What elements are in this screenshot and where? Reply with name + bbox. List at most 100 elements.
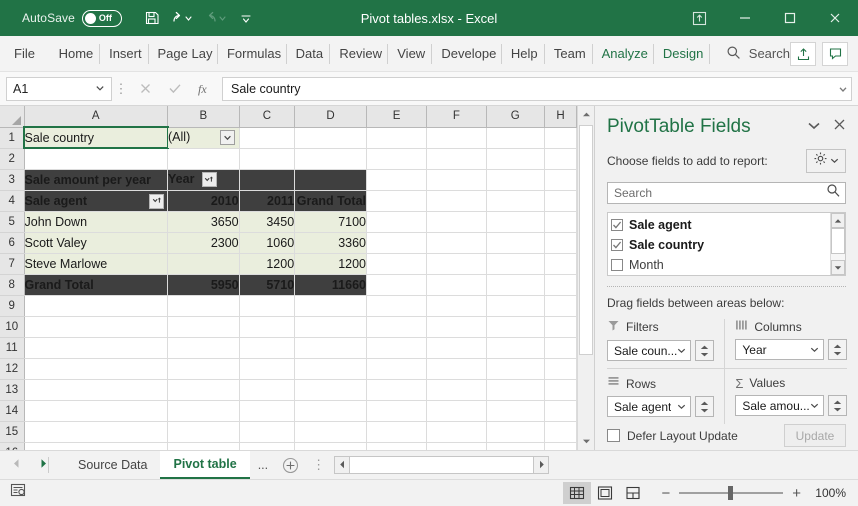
scroll-up-icon[interactable] [831, 213, 845, 228]
formula-input[interactable]: Sale country [222, 76, 834, 101]
checkbox-unchecked-icon[interactable] [607, 429, 620, 442]
cell-h5[interactable] [544, 211, 577, 233]
field-item-month[interactable]: Month [611, 255, 830, 275]
cell-c9[interactable] [239, 295, 296, 317]
cell-b16[interactable] [167, 442, 240, 450]
cell-d12[interactable] [294, 358, 367, 380]
pivot-col-header-2011[interactable]: 2011 [239, 190, 296, 212]
pivot-value[interactable]: 1200 [294, 253, 367, 275]
row-header-3[interactable]: 3 [0, 169, 25, 191]
close-icon[interactable] [812, 0, 858, 36]
cell-e5[interactable] [366, 211, 428, 233]
ribbon-tab-developer[interactable]: Develope [432, 36, 502, 72]
defer-layout-update[interactable]: Defer Layout Update [607, 429, 738, 443]
column-header-d[interactable]: D [294, 106, 367, 128]
ribbon-tab-page-layout[interactable]: Page Lay [149, 36, 218, 72]
cell-f11[interactable] [426, 337, 487, 359]
pivot-value[interactable]: 1060 [239, 232, 296, 254]
cell-h13[interactable] [544, 379, 577, 401]
row-header-8[interactable]: 8 [0, 274, 25, 296]
pivot-value[interactable]: 3450 [239, 211, 296, 233]
cell-c1[interactable] [239, 127, 296, 149]
maximize-icon[interactable] [767, 0, 812, 36]
ribbon-tab-home[interactable]: Home [50, 36, 101, 72]
pane-menu-icon[interactable] [807, 118, 821, 136]
scroll-down-icon[interactable] [831, 260, 845, 275]
h-scroll-track[interactable] [350, 455, 534, 474]
scroll-left-icon[interactable] [334, 455, 351, 474]
cell-h16[interactable] [544, 442, 577, 450]
row-header-7[interactable]: 7 [0, 253, 25, 275]
cell-g7[interactable] [486, 253, 546, 275]
row-header-2[interactable]: 2 [0, 148, 25, 170]
filter-dropdown-icon[interactable] [219, 130, 235, 146]
comments-icon[interactable] [822, 41, 848, 66]
cell-f7[interactable] [426, 253, 487, 275]
pivot-title[interactable]: Sale amount per year [24, 169, 169, 191]
pivot-col-header-2010[interactable]: 2010 [167, 190, 240, 212]
field-pill-rows[interactable]: Sale agent [607, 396, 692, 417]
cell-c3[interactable] [239, 169, 296, 191]
cell-h6[interactable] [544, 232, 577, 254]
update-button[interactable]: Update [784, 424, 846, 447]
cell-b12[interactable] [167, 358, 240, 380]
cell-g15[interactable] [486, 421, 546, 443]
column-header-c[interactable]: C [239, 106, 296, 128]
cell-e2[interactable] [366, 148, 428, 170]
cell-d11[interactable] [294, 337, 367, 359]
redo-icon[interactable] [200, 5, 232, 31]
cell-e16[interactable] [366, 442, 428, 450]
row-header-14[interactable]: 14 [0, 400, 25, 422]
row-header-12[interactable]: 12 [0, 358, 25, 380]
cell-g16[interactable] [486, 442, 546, 450]
pivot-value[interactable]: 3650 [167, 211, 240, 233]
cell-h7[interactable] [544, 253, 577, 275]
ribbon-tab-design[interactable]: Design [654, 36, 710, 72]
field-search-box[interactable] [607, 182, 846, 204]
cell-b9[interactable] [167, 295, 240, 317]
cell-g4[interactable] [486, 190, 546, 212]
page-break-icon[interactable] [619, 482, 647, 504]
field-list-scrollbar[interactable] [830, 213, 845, 275]
row-header-15[interactable]: 15 [0, 421, 25, 443]
column-field-filter-icon[interactable] [201, 172, 217, 188]
scroll-thumb[interactable] [831, 228, 845, 254]
pivot-grand-total-value[interactable]: 5710 [239, 274, 296, 296]
ribbon-tab-analyze[interactable]: Analyze [593, 36, 654, 72]
cell-d2[interactable] [294, 148, 367, 170]
cell-e15[interactable] [366, 421, 428, 443]
row-header-6[interactable]: 6 [0, 232, 25, 254]
filters-spinner[interactable] [695, 340, 715, 361]
pivot-grand-total-value[interactable]: 11660 [294, 274, 367, 296]
cell-a16[interactable] [24, 442, 169, 450]
cell-h11[interactable] [544, 337, 577, 359]
cell-d16[interactable] [294, 442, 367, 450]
cell-b10[interactable] [167, 316, 240, 338]
zoom-slider[interactable] [679, 486, 784, 500]
accessibility-checker-icon[interactable] [10, 482, 27, 504]
cell-g11[interactable] [486, 337, 546, 359]
column-header-h[interactable]: H [544, 106, 577, 128]
expand-formula-bar-icon[interactable] [834, 76, 852, 101]
cell-e3[interactable] [366, 169, 428, 191]
ribbon-tab-file[interactable]: File [0, 36, 50, 72]
cell-e4[interactable] [366, 190, 428, 212]
scroll-right-icon[interactable] [533, 455, 550, 474]
cell-g6[interactable] [486, 232, 546, 254]
cell-f16[interactable] [426, 442, 487, 450]
cell-e1[interactable] [366, 127, 428, 149]
cell-c10[interactable] [239, 316, 296, 338]
cell-a15[interactable] [24, 421, 169, 443]
row-field-filter-icon[interactable] [149, 193, 165, 209]
cell-d14[interactable] [294, 400, 367, 422]
cell-f4[interactable] [426, 190, 487, 212]
cell-g8[interactable] [486, 274, 546, 296]
ribbon-tab-help[interactable]: Help [502, 36, 545, 72]
cell-e7[interactable] [366, 253, 428, 275]
cell-h4[interactable] [544, 190, 577, 212]
cell-a13[interactable] [24, 379, 169, 401]
row-header-5[interactable]: 5 [0, 211, 25, 233]
name-box[interactable]: A1 [6, 76, 112, 101]
cell-f1[interactable] [426, 127, 487, 149]
cell-a12[interactable] [24, 358, 169, 380]
